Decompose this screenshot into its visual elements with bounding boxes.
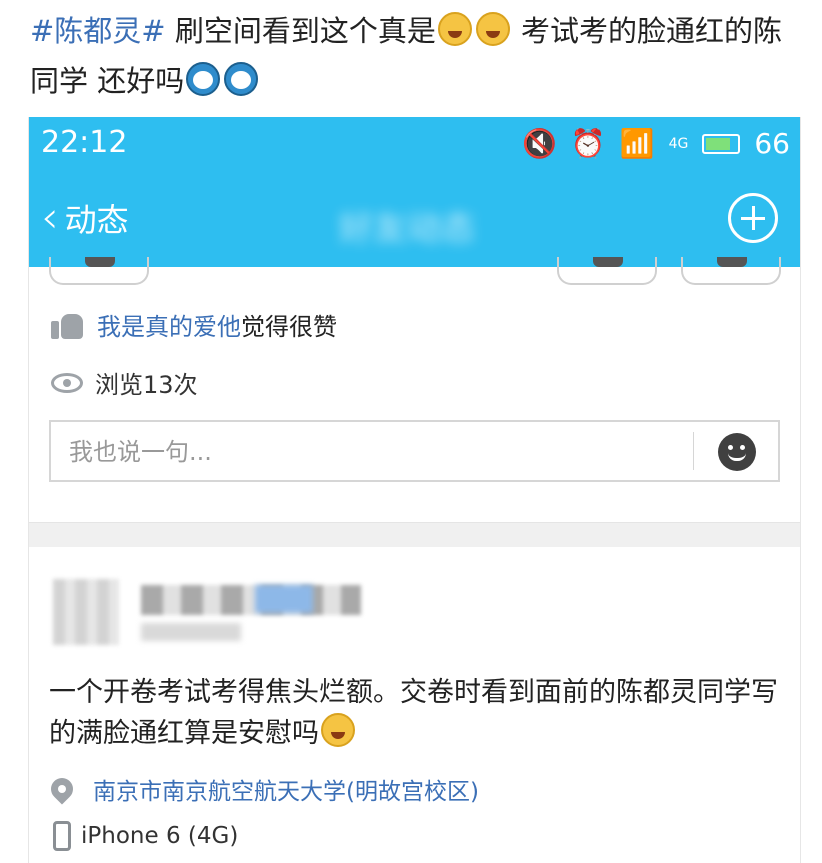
smiley-icon[interactable]	[718, 433, 756, 471]
page-title: 好友动态	[339, 209, 475, 249]
post-text: #陈都灵# 刷空间看到这个真是 考试考的脸通红的陈同学 还好吗	[30, 6, 800, 106]
laughing-emoji-icon	[437, 12, 472, 46]
mute-icon: 🔇	[521, 127, 557, 160]
status-bar: 22:12 🔇 ⏰ 📶 4G 66	[29, 117, 800, 175]
comment-divider	[693, 432, 694, 470]
likes-row: 我是真的爱他 觉得很赞	[51, 307, 337, 342]
phone-screenshot: 22:12 🔇 ⏰ 📶 4G 66 ‹ 动态 好友动态 我是真的爱他 觉得很赞 …	[28, 117, 801, 863]
battery-level: 66	[754, 127, 790, 160]
location-pin-icon	[46, 773, 78, 805]
post-time-blurred	[141, 623, 241, 641]
likes-suffix: 觉得很赞	[241, 313, 337, 341]
thumbs-up-icon	[51, 310, 85, 340]
hugging-emoji-icon	[321, 713, 355, 747]
device-text: iPhone 6 (4G)	[81, 823, 239, 849]
post-text-part-1: 刷空间看到这个真是	[165, 14, 436, 48]
comment-box	[49, 420, 780, 482]
phone-icon	[53, 821, 71, 851]
device-row: iPhone 6 (4G)	[53, 821, 238, 851]
views-count: 浏览13次	[95, 371, 198, 399]
wifi-icon: 📶	[619, 127, 655, 160]
topic-hashtag[interactable]: #陈都灵#	[30, 14, 166, 48]
alarm-icon: ⏰	[570, 127, 606, 160]
battery-icon	[702, 133, 741, 154]
comment-button-partial[interactable]	[557, 257, 657, 285]
nav-bar: ‹ 动态 好友动态	[29, 175, 800, 267]
add-button[interactable]	[728, 193, 778, 243]
forward-button-partial[interactable]	[681, 257, 781, 285]
doraemon-emoji-icon	[186, 62, 221, 96]
location-row[interactable]: 南京市南京航空航天大学(明故宫校区)	[46, 772, 479, 806]
liker-name[interactable]: 我是真的爱他	[97, 307, 241, 342]
status-time: 22:12	[41, 125, 128, 160]
doraemon-emoji-icon	[224, 62, 259, 96]
comment-input[interactable]	[51, 422, 711, 482]
feed-content-text: 一个开卷考试考得焦头烂额。交卷时看到面前的陈都灵同学写的满脸通红算是安慰吗	[49, 677, 778, 749]
share-button-partial[interactable]	[49, 257, 149, 285]
chevron-left-icon: ‹	[41, 192, 59, 243]
laughing-emoji-icon	[475, 12, 510, 46]
network-label: 4G	[668, 135, 689, 152]
back-label: 动态	[64, 201, 129, 239]
username-blurred[interactable]	[141, 585, 361, 615]
avatar[interactable]	[53, 579, 119, 645]
user-badge-blurred	[255, 585, 313, 613]
status-icons: 🔇 ⏰ 📶 4G 66	[522, 127, 790, 160]
feed-content: 一个开卷考试考得焦头烂额。交卷时看到面前的陈都灵同学写的满脸通红算是安慰吗	[49, 672, 779, 754]
views-row: 浏览13次	[51, 365, 198, 400]
location-text: 南京市南京航空航天大学(明故宫校区)	[93, 779, 479, 805]
feed-separator	[29, 522, 800, 547]
eye-icon	[51, 372, 83, 393]
back-button[interactable]: ‹ 动态	[41, 195, 129, 241]
